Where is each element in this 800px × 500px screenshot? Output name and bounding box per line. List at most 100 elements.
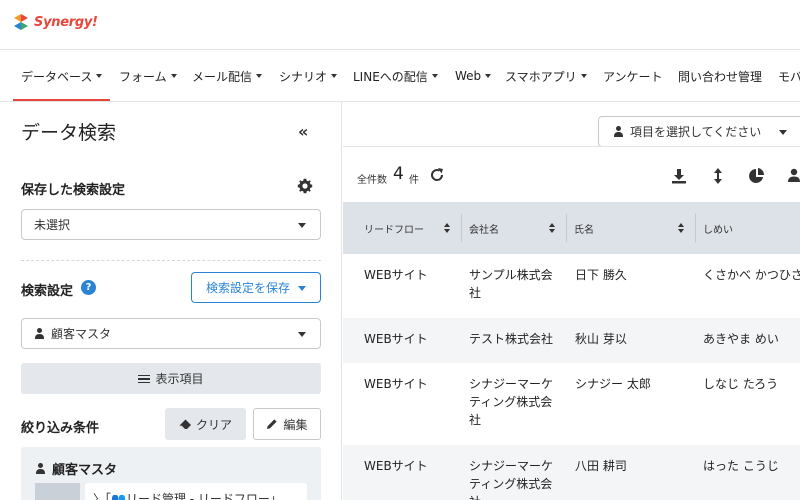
nav-item-mail[interactable]: メール配信 (192, 50, 263, 101)
cell-company-line: サンプル株式会 (469, 268, 553, 282)
column-header-label: しめい (703, 224, 733, 236)
count-value: 4 (393, 164, 404, 184)
cell-kana: あきやま めい (703, 332, 779, 346)
save-settings-button[interactable]: 検索設定を保存 (191, 272, 321, 303)
user-icon (35, 463, 46, 474)
nav-item-inquiry[interactable]: 問い合わせ管理 (678, 50, 762, 101)
column-header-lead-flow[interactable]: リードフロー (356, 202, 461, 254)
results-toolbar: 全件数 4 件 (343, 146, 800, 202)
column-header-kana[interactable]: しめい (695, 202, 800, 254)
caret-down-icon (298, 286, 306, 291)
user-settings-icon[interactable] (787, 167, 800, 185)
table-row[interactable]: WEBサイト サンプル株式会 社 日下 勝久 くさかべ かつひさ (343, 254, 800, 318)
column-header-label: 会社名 (469, 224, 499, 236)
nav-item-scenario[interactable]: シナリオ (279, 50, 338, 101)
nav-item-label: アンケート (603, 69, 663, 84)
collapse-panel-icon[interactable]: « (298, 124, 308, 140)
column-header-company[interactable]: 会社名 (461, 202, 566, 254)
refresh-icon[interactable] (429, 167, 445, 183)
table-row[interactable]: WEBサイト シナジーマーケ ティング株式会 社 シナジー 太郎 しなじ たろう (343, 363, 800, 445)
master-select[interactable]: 顧客マスタ (21, 318, 321, 349)
column-header-label: リードフロー (364, 224, 424, 236)
sort-vertical-icon[interactable] (709, 167, 727, 185)
filter-condition[interactable]: 〉「👥リード管理 - リードフロー」 (85, 483, 307, 500)
cell-lead-flow: WEBサイト (364, 268, 428, 282)
saved-settings-select[interactable]: 未選択 (21, 209, 321, 240)
help-icon[interactable]: ? (81, 280, 96, 295)
cell-company-line: 社 (469, 413, 482, 427)
main-nav: データベース フォーム メール配信 シナリオ LINEへの配信 Web スマホア… (0, 50, 800, 102)
sort-icon (678, 223, 685, 234)
filter-operator-bar (35, 483, 80, 500)
nav-item-form[interactable]: フォーム (119, 50, 177, 101)
cell-name: 八田 耕司 (575, 459, 627, 473)
count-label: 全件数 (357, 175, 387, 186)
edit-label: 編集 (283, 417, 308, 432)
logo[interactable]: Synergy! (12, 10, 98, 34)
cell-company: シナジーマーケ ティング株式会 社 (469, 457, 553, 500)
cell-company-line: シナジーマーケ (469, 377, 554, 391)
nav-item-app[interactable]: スマホアプリ (505, 50, 587, 101)
search-settings-label: 検索設定 (21, 284, 74, 299)
nav-item-label: シナリオ (279, 69, 328, 84)
nav-item-label: モバ (778, 69, 800, 84)
caret-down-icon (96, 74, 103, 78)
user-icon (613, 126, 624, 137)
display-items-label: 表示項目 (155, 372, 204, 386)
sort-icon (444, 223, 451, 234)
display-items-button[interactable]: 表示項目 (21, 363, 321, 394)
cell-company-line: 社 (469, 286, 482, 300)
nav-item-line[interactable]: LINEへの配信 (353, 50, 438, 101)
cell-company: シナジーマーケ ティング株式会 社 (469, 375, 553, 429)
cell-company-line: 社 (469, 493, 553, 500)
nav-item-database[interactable]: データベース (12, 50, 111, 101)
nav-item-label: Web (455, 69, 482, 83)
cell-lead-flow: WEBサイト (364, 377, 428, 391)
save-settings-label: 検索設定を保存 (206, 281, 291, 295)
gear-icon[interactable] (297, 178, 313, 194)
filter-group-header: 顧客マスタ (35, 459, 117, 478)
saved-settings-value: 未選択 (34, 218, 71, 232)
master-select-value: 顧客マスタ (51, 327, 112, 341)
caret-down-icon (779, 130, 787, 135)
caret-down-icon (485, 74, 492, 78)
caret-down-icon (331, 74, 338, 78)
count-unit: 件 (409, 175, 419, 186)
synergy-logo-icon (14, 14, 28, 30)
column-header-label: 氏名 (574, 224, 594, 236)
sort-icon (549, 223, 556, 234)
column-select[interactable]: 項目を選択してください (598, 116, 800, 147)
nav-item-label: メール配信 (192, 69, 253, 84)
eraser-icon (179, 419, 191, 429)
cell-kana: くさかべ かつひさ (703, 268, 800, 282)
clear-label: クリア (195, 417, 232, 432)
nav-item-mobile[interactable]: モバ (778, 50, 800, 101)
cell-company-line: シナジーマーケ (469, 459, 554, 473)
table-header: リードフロー 会社名 氏名 しめい (343, 202, 800, 254)
cell-name: 秋山 芽以 (575, 332, 627, 346)
section-divider (21, 260, 321, 261)
logo-text: Synergy! (34, 14, 98, 30)
filter-label: 絞り込み条件 (21, 421, 100, 436)
nav-item-survey[interactable]: アンケート (603, 50, 663, 101)
download-icon[interactable] (670, 167, 688, 185)
edit-button[interactable]: 編集 (253, 408, 321, 440)
cell-name: シナジー 太郎 (575, 377, 651, 391)
cell-lead-flow: WEBサイト (364, 332, 428, 346)
page-title: データ検索 (21, 122, 117, 144)
nav-item-web[interactable]: Web (455, 50, 492, 101)
pencil-icon (267, 419, 278, 429)
clear-button[interactable]: クリア (165, 408, 246, 440)
caret-down-icon (298, 223, 306, 228)
caret-down-icon (170, 74, 177, 78)
cell-company: サンプル株式会 社 (469, 266, 553, 302)
caret-down-icon (256, 74, 263, 78)
pie-chart-icon[interactable] (748, 167, 766, 185)
cell-company: テスト株式会社 (469, 330, 553, 348)
cell-kana: しなじ たろう (703, 377, 779, 391)
caret-down-icon (431, 74, 438, 78)
column-header-name[interactable]: 氏名 (566, 202, 695, 254)
sliders-icon (138, 374, 151, 384)
table-row[interactable]: WEBサイト テスト株式会社 秋山 芽以 あきやま めい (343, 318, 800, 363)
table-row[interactable]: WEBサイト シナジーマーケ ティング株式会 社 八田 耕司 はった こうじ (343, 445, 800, 500)
